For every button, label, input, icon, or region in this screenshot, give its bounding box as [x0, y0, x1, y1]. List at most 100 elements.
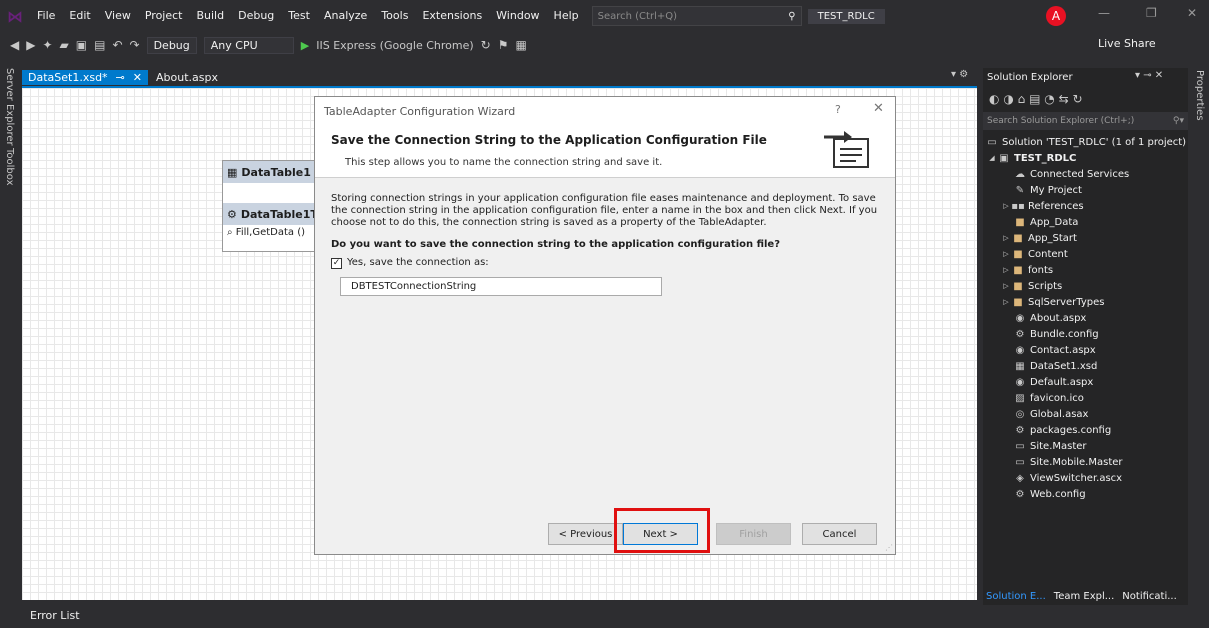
menu-project[interactable]: Project — [138, 0, 190, 32]
menu-extensions[interactable]: Extensions — [415, 0, 489, 32]
solution-configuration-select[interactable]: Debug — [146, 36, 197, 54]
menu-analyze[interactable]: Analyze — [317, 0, 374, 32]
minimize-icon[interactable]: — — [1098, 6, 1110, 20]
tree-item-app-start[interactable]: ▷ ■ App_Start — [983, 230, 1188, 246]
tree-item-contact-aspx[interactable]: ◉ Contact.aspx — [983, 342, 1188, 358]
forward-icon[interactable]: ▶ — [26, 38, 35, 52]
home-icon[interactable]: ⌂ — [1018, 92, 1026, 106]
new-project-icon[interactable]: ✦ — [42, 38, 52, 52]
menu-help[interactable]: Help — [547, 0, 586, 32]
close-tab-icon[interactable]: ✕ — [133, 71, 142, 84]
tree-item-bundle-config[interactable]: ⚙ Bundle.config — [983, 326, 1188, 342]
cancel-button[interactable]: Cancel — [802, 523, 877, 545]
tab-solution-explorer[interactable]: Solution E... — [986, 591, 1046, 602]
run-icon[interactable]: ▶ — [301, 39, 309, 52]
tree-item-label: fonts — [1028, 264, 1054, 276]
menu-tools[interactable]: Tools — [374, 0, 415, 32]
undo-icon[interactable]: ↶ — [112, 38, 122, 52]
save-connection-checkbox[interactable]: ✓ — [331, 258, 342, 269]
toolbox-tab[interactable]: Toolbox — [4, 148, 15, 186]
tree-item-content[interactable]: ▷ ■ Content — [983, 246, 1188, 262]
connection-name-input[interactable] — [340, 277, 662, 296]
tree-item-solution[interactable]: ▭ Solution 'TEST_RDLC' (1 of 1 project) — [983, 134, 1188, 150]
menu-file[interactable]: File — [30, 0, 62, 32]
tab-notifications[interactable]: Notificati... — [1122, 591, 1176, 602]
save-icon[interactable]: ▣ — [76, 38, 87, 52]
tree-item-scripts[interactable]: ▷ ■ Scripts — [983, 278, 1188, 294]
menu-window[interactable]: Window — [489, 0, 546, 32]
previous-button[interactable]: < Previous — [548, 523, 623, 545]
tab-overflow-icon[interactable]: ▾ ⚙ — [951, 69, 968, 80]
close-window-icon[interactable]: ✕ — [1187, 6, 1197, 20]
tree-item-viewswitcher-ascx[interactable]: ◈ ViewSwitcher.ascx — [983, 470, 1188, 486]
tree-item-global-asax[interactable]: ◎ Global.asax — [983, 406, 1188, 422]
screenshot-icon[interactable]: ▦ — [516, 38, 527, 52]
tab-team-explorer[interactable]: Team Expl... — [1054, 591, 1115, 602]
collapsed-icon[interactable]: ▷ — [1001, 266, 1011, 274]
save-connection-label[interactable]: Yes, save the connection as: — [347, 257, 489, 268]
tree-item-app-data[interactable]: ■ App_Data — [983, 214, 1188, 230]
server-explorer-tab[interactable]: Server Explorer — [4, 68, 15, 146]
tree-item-site-master[interactable]: ▭ Site.Master — [983, 438, 1188, 454]
collapsed-icon[interactable]: ▷ — [1001, 282, 1011, 290]
ascx-file-icon: ◈ — [1016, 472, 1024, 484]
tree-item-about-aspx[interactable]: ◉ About.aspx — [983, 310, 1188, 326]
menu-edit[interactable]: Edit — [62, 0, 97, 32]
open-folder-icon[interactable]: ▰ — [60, 38, 69, 52]
menu-test[interactable]: Test — [281, 0, 317, 32]
tree-item-my-project[interactable]: ✎ My Project — [983, 182, 1188, 198]
menu-view[interactable]: View — [98, 0, 138, 32]
properties-tab[interactable]: Properties — [1194, 70, 1205, 121]
datatable-designer-box[interactable]: ▦ DataTable1 ⚙ DataTable1Tal ⌕ Fill,GetD… — [222, 160, 328, 252]
live-share-button[interactable]: Live Share — [1098, 37, 1156, 50]
resize-grip-icon[interactable]: ⋰ — [885, 543, 893, 552]
redo-icon[interactable]: ↷ — [130, 38, 140, 52]
back-icon[interactable]: ◐ — [989, 92, 999, 106]
switch-views-icon[interactable]: ▤ — [1029, 92, 1040, 106]
tab-dataset1-xsd[interactable]: DataSet1.xsd* ⊸ ✕ — [22, 69, 148, 85]
error-list-tab[interactable]: Error List — [30, 609, 80, 622]
sync-icon[interactable]: ⇆ — [1059, 92, 1069, 106]
pin-icon[interactable]: ⊸ — [116, 71, 125, 84]
tree-item-dataset1-xsd[interactable]: ▦ DataSet1.xsd — [983, 358, 1188, 374]
tree-item-site-mobile-master[interactable]: ▭ Site.Mobile.Master — [983, 454, 1188, 470]
tree-item-project[interactable]: ◢ ▣ TEST_RDLC — [983, 150, 1188, 166]
panel-pin-close-icons[interactable]: ▾ ⊸ ✕ — [1135, 70, 1163, 81]
collapsed-icon[interactable]: ▷ — [1001, 202, 1011, 210]
browser-link-icon[interactable]: ⚑ — [498, 38, 509, 52]
tree-item-fonts[interactable]: ▷ ■ fonts — [983, 262, 1188, 278]
aspx-file-icon: ◉ — [1015, 344, 1025, 356]
tree-item-label: Connected Services — [1030, 168, 1130, 180]
help-button[interactable]: ? — [835, 103, 841, 116]
collapsed-icon[interactable]: ▷ — [1001, 234, 1011, 242]
menu-build[interactable]: Build — [189, 0, 231, 32]
collapsed-icon[interactable]: ▷ — [1001, 250, 1011, 258]
quick-search-input[interactable]: Search (Ctrl+Q) ⚲ — [591, 6, 802, 26]
run-target-select[interactable]: IIS Express (Google Chrome) — [316, 39, 473, 52]
save-all-icon[interactable]: ▤ — [94, 38, 105, 52]
tree-item-references[interactable]: ▷ ▪▪ References — [983, 198, 1188, 214]
expanded-icon[interactable]: ◢ — [987, 154, 997, 162]
forward-icon[interactable]: ◑ — [1003, 92, 1013, 106]
tableadapter-header[interactable]: ⚙ DataTable1Tal — [223, 203, 328, 225]
tree-item-web-config[interactable]: ⚙ Web.config — [983, 486, 1188, 502]
menu-debug[interactable]: Debug — [231, 0, 281, 32]
close-dialog-icon[interactable]: ✕ — [873, 101, 884, 116]
refresh-icon[interactable]: ↻ — [1072, 92, 1082, 106]
refresh-icon[interactable]: ↻ — [481, 38, 491, 52]
tree-item-packages-config[interactable]: ⚙ packages.config — [983, 422, 1188, 438]
tree-item-favicon[interactable]: ▨ favicon.ico — [983, 390, 1188, 406]
restore-icon[interactable]: ❐ — [1146, 6, 1157, 20]
back-icon[interactable]: ◀ — [10, 38, 19, 52]
tree-item-sqlservertypes[interactable]: ▷ ■ SqlServerTypes — [983, 294, 1188, 310]
account-avatar[interactable]: A — [1046, 6, 1066, 26]
solution-search-input[interactable]: Search Solution Explorer (Ctrl+;) ⚲▾ — [983, 112, 1188, 130]
query-row[interactable]: ⌕ Fill,GetData () — [223, 225, 321, 240]
collapsed-icon[interactable]: ▷ — [1001, 298, 1011, 306]
tree-item-default-aspx[interactable]: ◉ Default.aspx — [983, 374, 1188, 390]
history-icon[interactable]: ◔ — [1044, 92, 1054, 106]
tree-item-connected-services[interactable]: ☁ Connected Services — [983, 166, 1188, 182]
datatable-header[interactable]: ▦ DataTable1 — [223, 161, 321, 183]
tab-about-aspx[interactable]: About.aspx — [148, 70, 226, 85]
solution-platform-select[interactable]: Any CPU — [203, 36, 294, 54]
